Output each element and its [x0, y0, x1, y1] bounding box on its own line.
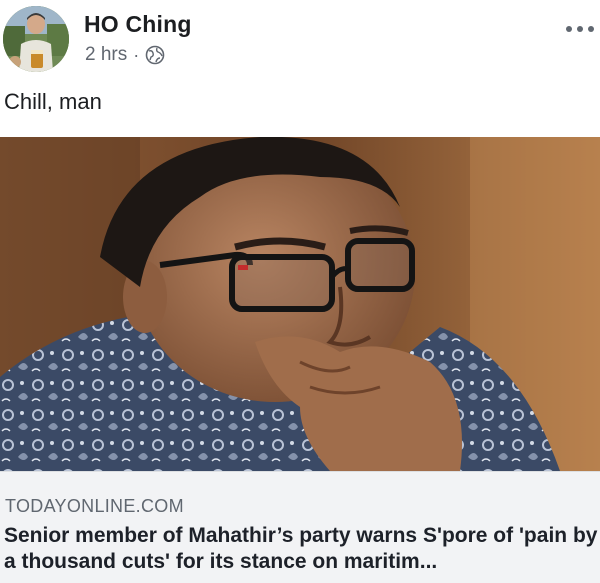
more-dot: [577, 26, 583, 32]
author-avatar[interactable]: [3, 6, 69, 72]
globe-icon: [145, 45, 165, 65]
link-preview-image[interactable]: [0, 137, 600, 471]
post-meta: 2 hrs ·: [85, 44, 165, 66]
post-header: HO Ching 2 hrs ·: [0, 0, 600, 82]
link-domain: TODAYONLINE.COM: [5, 496, 184, 516]
more-dot: [588, 26, 594, 32]
author-name[interactable]: HO Ching: [84, 11, 192, 38]
more-dot: [566, 26, 572, 32]
news-photo: [0, 137, 600, 471]
post-caption: Chill, man: [4, 89, 102, 114]
meta-separator: ·: [133, 44, 140, 65]
post-time[interactable]: 2 hrs: [85, 44, 127, 66]
link-headline[interactable]: Senior member of Mahathir’s party warns …: [4, 523, 598, 575]
link-preview-card[interactable]: TODAYONLINE.COM Senior member of Mahathi…: [0, 471, 600, 583]
avatar-photo: [3, 6, 69, 72]
more-options-icon[interactable]: [566, 22, 594, 36]
facebook-post: HO Ching 2 hrs · Chill, man TODAYONLINE.…: [0, 0, 600, 583]
